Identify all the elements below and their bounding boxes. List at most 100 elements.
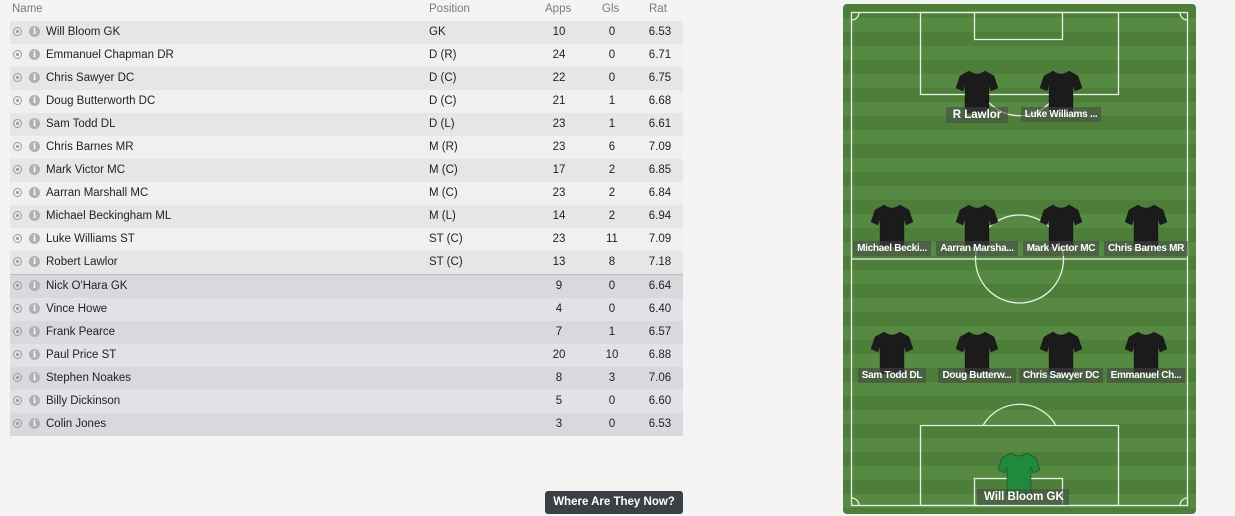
target-icon[interactable] xyxy=(13,304,22,313)
player-label: Emmanuel Ch... xyxy=(1106,368,1186,383)
player-token-mc2[interactable]: Mark Victor MC xyxy=(1019,204,1103,264)
target-icon[interactable] xyxy=(13,373,22,382)
player-token-gk[interactable]: Will Bloom GK xyxy=(977,452,1069,512)
player-token-dl[interactable]: Sam Todd DL xyxy=(850,331,934,391)
table-row[interactable]: i Aarran Marshall MC M (C) 23 2 6.84 xyxy=(10,182,683,205)
player-apps: 20 xyxy=(552,349,566,361)
target-icon[interactable] xyxy=(13,211,22,220)
table-row[interactable]: i Billy Dickinson 5 0 6.60 xyxy=(10,390,683,413)
player-name[interactable]: Nick O'Hara GK xyxy=(46,280,127,292)
table-row[interactable]: i Emmanuel Chapman DR D (R) 24 0 6.71 xyxy=(10,44,683,67)
player-name[interactable]: Michael Beckingham ML xyxy=(46,210,171,222)
player-name[interactable]: Mark Victor MC xyxy=(46,164,125,176)
player-token-mc1[interactable]: Aarran Marsha... xyxy=(935,204,1019,264)
player-apps: 14 xyxy=(552,210,566,222)
player-name[interactable]: Sam Todd DL xyxy=(46,118,115,130)
info-icon[interactable]: i xyxy=(29,233,40,244)
player-name[interactable]: Billy Dickinson xyxy=(46,395,120,407)
header-position[interactable]: Position xyxy=(429,3,470,15)
header-apps[interactable]: Apps xyxy=(545,3,571,15)
player-goals: 0 xyxy=(608,303,616,315)
target-icon[interactable] xyxy=(13,50,22,59)
target-icon[interactable] xyxy=(13,350,22,359)
table-row[interactable]: i Robert Lawlor ST (C) 13 8 7.18 xyxy=(10,251,683,274)
player-position: GK xyxy=(429,26,446,38)
target-icon[interactable] xyxy=(13,142,22,151)
table-row[interactable]: i Chris Barnes MR M (R) 23 6 7.09 xyxy=(10,136,683,159)
table-row[interactable]: i Mark Victor MC M (C) 17 2 6.85 xyxy=(10,159,683,182)
info-icon[interactable]: i xyxy=(29,256,40,267)
player-token-mr[interactable]: Chris Barnes MR xyxy=(1104,204,1189,264)
table-row[interactable]: i Luke Williams ST ST (C) 23 11 7.09 xyxy=(10,228,683,251)
player-name[interactable]: Vince Howe xyxy=(46,303,107,315)
table-row[interactable]: i Frank Pearce 7 1 6.57 xyxy=(10,321,683,344)
player-goals: 6 xyxy=(608,141,616,153)
table-row[interactable]: i Sam Todd DL D (L) 23 1 6.61 xyxy=(10,113,683,136)
player-rating: 6.88 xyxy=(648,349,672,361)
player-token-dc2[interactable]: Chris Sawyer DC xyxy=(1019,331,1104,391)
info-icon[interactable]: i xyxy=(29,418,40,429)
player-name[interactable]: Doug Butterworth DC xyxy=(46,95,155,107)
info-icon[interactable]: i xyxy=(29,187,40,198)
table-row[interactable]: i Stephen Noakes 8 3 7.06 xyxy=(10,367,683,390)
target-icon[interactable] xyxy=(13,27,22,36)
target-icon[interactable] xyxy=(13,327,22,336)
player-name[interactable]: Emmanuel Chapman DR xyxy=(46,49,174,61)
info-icon[interactable]: i xyxy=(29,49,40,60)
player-goals: 11 xyxy=(606,233,618,245)
header-name[interactable]: Name xyxy=(12,3,43,15)
target-icon[interactable] xyxy=(13,96,22,105)
info-icon[interactable]: i xyxy=(29,210,40,221)
table-row[interactable]: i Michael Beckingham ML M (L) 14 2 6.94 xyxy=(10,205,683,228)
player-name[interactable]: Luke Williams ST xyxy=(46,233,135,245)
info-icon[interactable]: i xyxy=(29,280,40,291)
target-icon[interactable] xyxy=(13,419,22,428)
player-goals: 2 xyxy=(608,187,616,199)
table-row[interactable]: i Colin Jones 3 0 6.53 xyxy=(10,413,683,436)
info-icon[interactable]: i xyxy=(29,141,40,152)
player-token-dr[interactable]: Emmanuel Ch... xyxy=(1104,331,1188,391)
info-icon[interactable]: i xyxy=(29,164,40,175)
player-name[interactable]: Colin Jones xyxy=(46,418,106,430)
player-name[interactable]: Robert Lawlor xyxy=(46,256,118,268)
player-name[interactable]: Frank Pearce xyxy=(46,326,115,338)
table-row[interactable]: i Chris Sawyer DC D (C) 22 0 6.75 xyxy=(10,67,683,90)
target-icon[interactable] xyxy=(13,73,22,82)
table-row[interactable]: i Doug Butterworth DC D (C) 21 1 6.68 xyxy=(10,90,683,113)
info-icon[interactable]: i xyxy=(29,118,40,129)
target-icon[interactable] xyxy=(13,234,22,243)
info-icon[interactable]: i xyxy=(29,349,40,360)
info-icon[interactable]: i xyxy=(29,395,40,406)
player-name[interactable]: Stephen Noakes xyxy=(46,372,131,384)
target-icon[interactable] xyxy=(13,257,22,266)
info-icon[interactable]: i xyxy=(29,372,40,383)
info-icon[interactable]: i xyxy=(29,26,40,37)
player-token-st2[interactable]: Luke Williams ... xyxy=(1019,70,1103,130)
player-name[interactable]: Aarran Marshall MC xyxy=(46,187,148,199)
table-row[interactable]: i Paul Price ST 20 10 6.88 xyxy=(10,344,683,367)
table-row[interactable]: i Nick O'Hara GK 9 0 6.64 xyxy=(10,274,683,298)
target-icon[interactable] xyxy=(13,165,22,174)
player-name[interactable]: Chris Barnes MR xyxy=(46,141,134,153)
target-icon[interactable] xyxy=(13,396,22,405)
header-gls[interactable]: Gls xyxy=(602,3,619,15)
player-apps: 22 xyxy=(552,72,566,84)
target-icon[interactable] xyxy=(13,188,22,197)
info-icon[interactable]: i xyxy=(29,326,40,337)
player-name[interactable]: Paul Price ST xyxy=(46,349,116,361)
info-icon[interactable]: i xyxy=(29,95,40,106)
player-token-ml[interactable]: Michael Becki... xyxy=(850,204,934,264)
table-row[interactable]: i Will Bloom GK GK 10 0 6.53 xyxy=(10,21,683,44)
player-name[interactable]: Chris Sawyer DC xyxy=(46,72,134,84)
target-icon[interactable] xyxy=(13,281,22,290)
target-icon[interactable] xyxy=(13,119,22,128)
header-rat[interactable]: Rat xyxy=(649,3,667,15)
player-rating: 6.85 xyxy=(648,164,672,176)
table-row[interactable]: i Vince Howe 4 0 6.40 xyxy=(10,298,683,321)
where-are-they-now-button[interactable]: Where Are They Now? xyxy=(545,491,683,514)
player-token-dc1[interactable]: Doug Butterw... xyxy=(935,331,1019,391)
info-icon[interactable]: i xyxy=(29,72,40,83)
player-token-st1[interactable]: R Lawlor xyxy=(935,70,1019,130)
info-icon[interactable]: i xyxy=(29,303,40,314)
player-name[interactable]: Will Bloom GK xyxy=(46,26,120,38)
